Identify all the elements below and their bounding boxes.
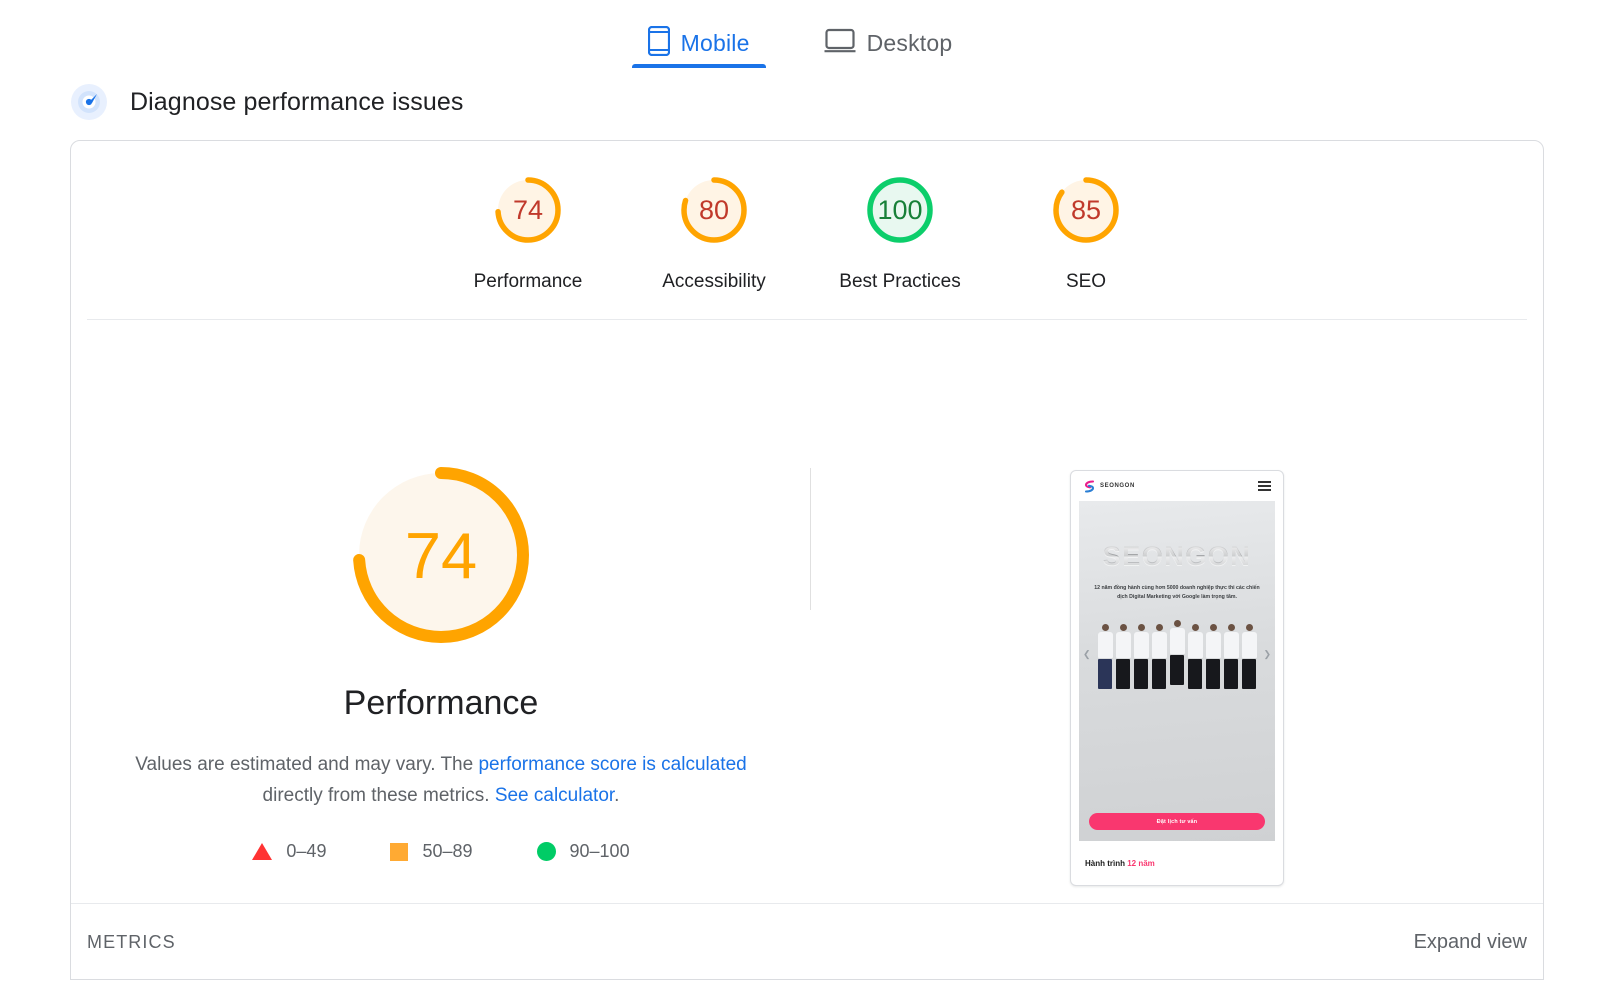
legend-item-average: 50–89 <box>390 841 473 862</box>
metrics-bar: METRICS Expand view <box>71 903 1543 981</box>
cta-button[interactable]: Đặt lịch tư vấn <box>1089 813 1265 830</box>
mini-score-best-practices: 100 <box>877 194 923 225</box>
performance-gauge: 74 <box>346 460 536 650</box>
legend-range-average: 50–89 <box>422 841 473 861</box>
performance-score-value: 74 <box>404 518 478 592</box>
triangle-icon <box>252 843 273 860</box>
footer-heading-highlight: 12 năm <box>1127 858 1155 868</box>
report-body: 74 Performance Values are estimated and … <box>71 320 1543 920</box>
category-label-accessibility: Accessibility <box>662 271 766 292</box>
tab-mobile-label: Mobile <box>680 29 750 56</box>
expand-view-button[interactable]: Expand view <box>1414 931 1527 954</box>
tab-desktop-label: Desktop <box>866 29 953 56</box>
desc-text-before: Values are estimated and may vary. The <box>135 754 479 775</box>
tab-desktop[interactable]: Desktop <box>808 8 969 68</box>
category-score-best-practices[interactable]: 100 Best Practices <box>807 171 993 293</box>
desc-text-middle: directly from these metrics. <box>262 785 495 806</box>
screenshot-column: SEONGON SEONGON 12 năm đồng hành cùng hơ… <box>811 320 1543 920</box>
metrics-section-label: METRICS <box>87 932 176 952</box>
mini-score-performance: 74 <box>512 194 544 225</box>
mini-score-seo: 85 <box>1070 194 1102 225</box>
category-score-seo[interactable]: 85 SEO <box>993 171 1179 293</box>
team-photo <box>1091 611 1263 689</box>
hero-section: SEONGON 12 năm đồng hành cùng hơn 5000 d… <box>1079 501 1275 841</box>
mini-gauge-seo: 85 <box>1047 171 1125 249</box>
category-score-accessibility[interactable]: 80 Accessibility <box>621 171 807 293</box>
category-label-seo: SEO <box>1065 271 1107 292</box>
category-score-strip: 74 Performance 80 Accessibility 100 Best… <box>71 141 1543 293</box>
square-icon <box>390 842 409 861</box>
tab-active-underline <box>631 64 766 68</box>
page-screenshot-thumbnail[interactable]: SEONGON SEONGON 12 năm đồng hành cùng hơ… <box>1070 470 1284 886</box>
legend-item-pass: 90–100 <box>536 841 630 862</box>
performance-description: Values are estimated and may vary. The p… <box>131 749 751 811</box>
mobile-icon <box>647 25 670 61</box>
performance-heading: Performance <box>343 684 539 722</box>
footer-heading: Hành trình 12 năm <box>1085 859 1155 868</box>
category-label-performance: Performance <box>473 271 583 292</box>
lighthouse-report-card: 74 Performance 80 Accessibility 100 Best… <box>70 140 1544 980</box>
category-label-best-practices: Best Practices <box>839 271 961 292</box>
lighthouse-gauge-icon <box>70 83 108 121</box>
column-divider <box>810 468 811 610</box>
category-score-performance[interactable]: 74 Performance <box>435 171 621 293</box>
seongon-logo-mark <box>1084 479 1095 493</box>
see-calculator-link[interactable]: See calculator <box>495 785 614 806</box>
site-footer-teaser: Hành trình 12 năm <box>1071 841 1283 885</box>
score-legend: 0–49 50–89 90–100 <box>252 841 630 862</box>
diagnose-header: Diagnose performance issues <box>0 68 1600 124</box>
carousel-next-icon[interactable]: ❯ <box>1263 649 1271 660</box>
legend-item-fail: 0–49 <box>252 841 326 862</box>
site-logo: SEONGON <box>1083 479 1135 493</box>
performance-summary-column: 74 Performance Values are estimated and … <box>71 320 811 920</box>
legend-range-pass: 90–100 <box>569 841 630 861</box>
circle-icon <box>536 842 556 861</box>
page-title: Diagnose performance issues <box>130 87 464 116</box>
device-tab-bar: Mobile Desktop <box>0 0 1600 68</box>
desc-text-after: . <box>614 785 620 806</box>
footer-heading-text: Hành trình <box>1085 858 1128 868</box>
mini-score-accessibility: 80 <box>698 194 730 225</box>
tab-mobile[interactable]: Mobile <box>631 8 766 68</box>
performance-score-link[interactable]: performance score is calculated <box>478 754 746 775</box>
site-header: SEONGON <box>1071 471 1283 501</box>
mini-gauge-accessibility: 80 <box>675 171 753 249</box>
carousel-prev-icon[interactable]: ❮ <box>1083 649 1091 660</box>
hamburger-menu-icon[interactable] <box>1258 481 1271 491</box>
mini-gauge-best-practices: 100 <box>861 171 939 249</box>
site-logo-text: SEONGON <box>1100 483 1135 489</box>
hero-subtext: 12 năm đồng hành cùng hơn 5000 doanh ngh… <box>1094 585 1260 600</box>
hero-wordmark: SEONGON <box>1102 541 1252 571</box>
desktop-icon <box>824 28 856 59</box>
legend-range-fail: 0–49 <box>286 841 327 861</box>
mini-gauge-performance: 74 <box>489 171 567 249</box>
